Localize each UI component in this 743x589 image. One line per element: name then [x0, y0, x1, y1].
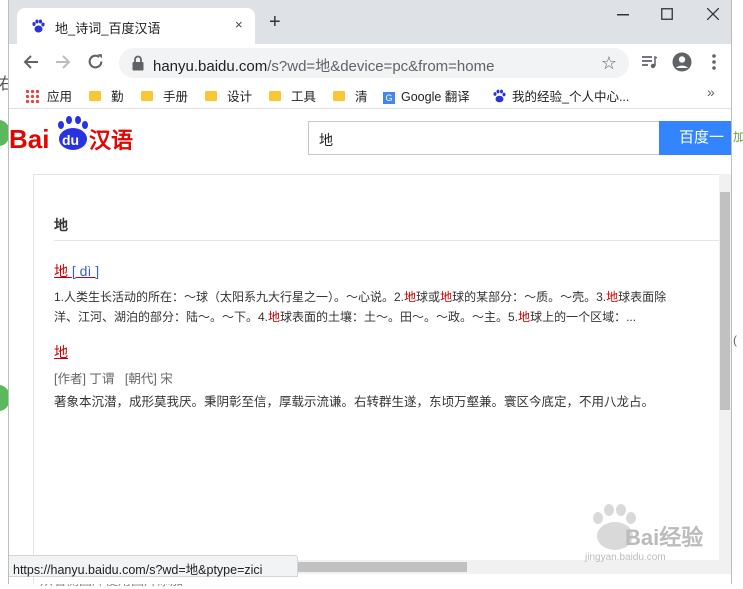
- poem-dynasty: [朝代] 宋: [124, 372, 173, 386]
- google-translate-icon: G: [383, 92, 395, 104]
- poem-title-link[interactable]: 地: [54, 342, 68, 362]
- url-path: /s?wd=地&device=pc&from=home: [267, 58, 495, 75]
- bookmark-label: 应用: [47, 90, 73, 104]
- watermark-text: Bai经验: [625, 525, 704, 550]
- new-tab-button[interactable]: +: [269, 12, 281, 32]
- divider: [54, 240, 731, 241]
- poem-meta: [作者] 丁谓 [朝代] 宋: [54, 368, 173, 387]
- svg-text:du: du: [62, 132, 79, 148]
- url-host: hanyu.baidu.com: [153, 58, 268, 75]
- bookmark-star-icon[interactable]: ☆: [601, 53, 617, 74]
- bookmark-folder[interactable]: 工具: [269, 86, 316, 105]
- browser-window: 地_诗词_百度汉语 × + hanyu.baidu.com/s?wd=地&dev…: [8, 0, 732, 584]
- search-input[interactable]: 地: [308, 121, 659, 155]
- window-close-icon[interactable]: [707, 8, 719, 20]
- minimize-icon[interactable]: [617, 14, 629, 16]
- search-input-value: 地: [319, 132, 333, 148]
- bookmark-label: 设计: [227, 90, 253, 104]
- hscrollbar-thumb[interactable]: [297, 562, 467, 572]
- forward-arrow-icon[interactable]: [55, 54, 71, 70]
- toolbar: hanyu.baidu.com/s?wd=地&device=pc&from=ho…: [9, 44, 731, 80]
- tab-close-icon[interactable]: ×: [235, 17, 243, 32]
- lock-icon[interactable]: [131, 55, 145, 71]
- bookmark-folder[interactable]: 手册: [141, 86, 188, 105]
- bookmark-my-experience[interactable]: 我的经验_个人中心...: [492, 86, 629, 105]
- url-text[interactable]: hanyu.baidu.com/s?wd=地&device=pc&from=ho…: [153, 55, 494, 76]
- svg-text:汉语: 汉语: [89, 129, 133, 154]
- poem-author: [作者] 丁谓: [54, 372, 115, 386]
- bookmarks-overflow-icon[interactable]: »: [707, 84, 715, 100]
- baidu-hanyu-logo[interactable]: Bai du 汉语: [9, 115, 139, 155]
- scrollbar-thumb[interactable]: [720, 192, 730, 410]
- profile-avatar-icon[interactable]: [672, 52, 692, 72]
- reload-icon[interactable]: [87, 53, 104, 70]
- entry-char: 地: [54, 263, 68, 279]
- entry-link[interactable]: 地 [ dì ]: [54, 261, 99, 281]
- definition-line-1: 1.人类生长活动的所在：～球（太阳系九大行星之一）。～心说。2.地球或地球的某部…: [54, 290, 667, 304]
- bookmark-folder[interactable]: 设计: [205, 86, 252, 105]
- bookmark-label: 勤: [111, 90, 124, 104]
- bookmarks-bar: 应用 勤 手册 设计 工具 清 G Google 翻译 我的经验_个人中心... …: [9, 80, 731, 109]
- watermark-subtext: jingyan.baidu.com: [585, 552, 666, 563]
- folder-icon: [141, 91, 153, 101]
- background-text-right-mid: (: [733, 333, 737, 347]
- bookmark-apps[interactable]: 应用: [25, 86, 72, 105]
- status-bar: https://hanyu.baidu.com/s?wd=地&ptype=zic…: [9, 555, 298, 577]
- browser-tab[interactable]: 地_诗词_百度汉语 ×: [17, 8, 255, 44]
- baidu-paw-icon: [32, 19, 45, 33]
- svg-text:Bai: Bai: [9, 124, 49, 154]
- folder-icon: [333, 91, 345, 101]
- search-button[interactable]: 百度一: [659, 121, 731, 155]
- menu-kebab-icon[interactable]: [712, 54, 716, 70]
- address-bar[interactable]: hanyu.baidu.com/s?wd=地&device=pc&from=ho…: [119, 48, 629, 78]
- bookmark-folder[interactable]: 勤: [89, 86, 124, 105]
- back-arrow-icon[interactable]: [23, 54, 39, 70]
- apps-grid-icon: [25, 89, 39, 103]
- media-control-icon[interactable]: [641, 54, 657, 70]
- poem-text: 著象本沉潜，成形莫我厌。秉阴彰至信，厚载示流谦。右转群生遂，东顷万壑兼。寰区今底…: [54, 395, 655, 409]
- title-bar: 地_诗词_百度汉语 × +: [9, 0, 731, 44]
- bookmark-label: 工具: [291, 90, 317, 104]
- definition-line-2: 洋、江河、湖泊的部分：陆～。～下。4.地球表面的土壤：土～。田～。～政。～主。5…: [54, 310, 637, 324]
- tab-title: 地_诗词_百度汉语: [55, 21, 161, 36]
- folder-icon: [269, 91, 281, 101]
- entry-pinyin: [ dì ]: [71, 263, 100, 279]
- background-text-right: 加: [733, 130, 743, 144]
- bookmark-google-translate[interactable]: G Google 翻译: [383, 86, 470, 105]
- bookmark-folder[interactable]: 清: [333, 86, 368, 105]
- bookmark-label: 手册: [163, 90, 189, 104]
- entry-definition: 1.人类生长活动的所在：～球（太阳系九大行星之一）。～心说。2.地球或地球的某部…: [54, 287, 731, 327]
- baidu-paw-icon: [493, 89, 506, 103]
- card-title: 地: [54, 217, 68, 233]
- status-url: https://hanyu.baidu.com/s?wd=地&ptype=zic…: [13, 563, 263, 577]
- bookmark-label: Google 翻译: [401, 90, 470, 104]
- bookmark-label: 我的经验_个人中心...: [512, 90, 630, 104]
- folder-icon: [205, 91, 217, 101]
- folder-icon: [89, 91, 101, 101]
- bookmark-label: 清: [355, 90, 368, 104]
- maximize-icon[interactable]: [661, 8, 673, 20]
